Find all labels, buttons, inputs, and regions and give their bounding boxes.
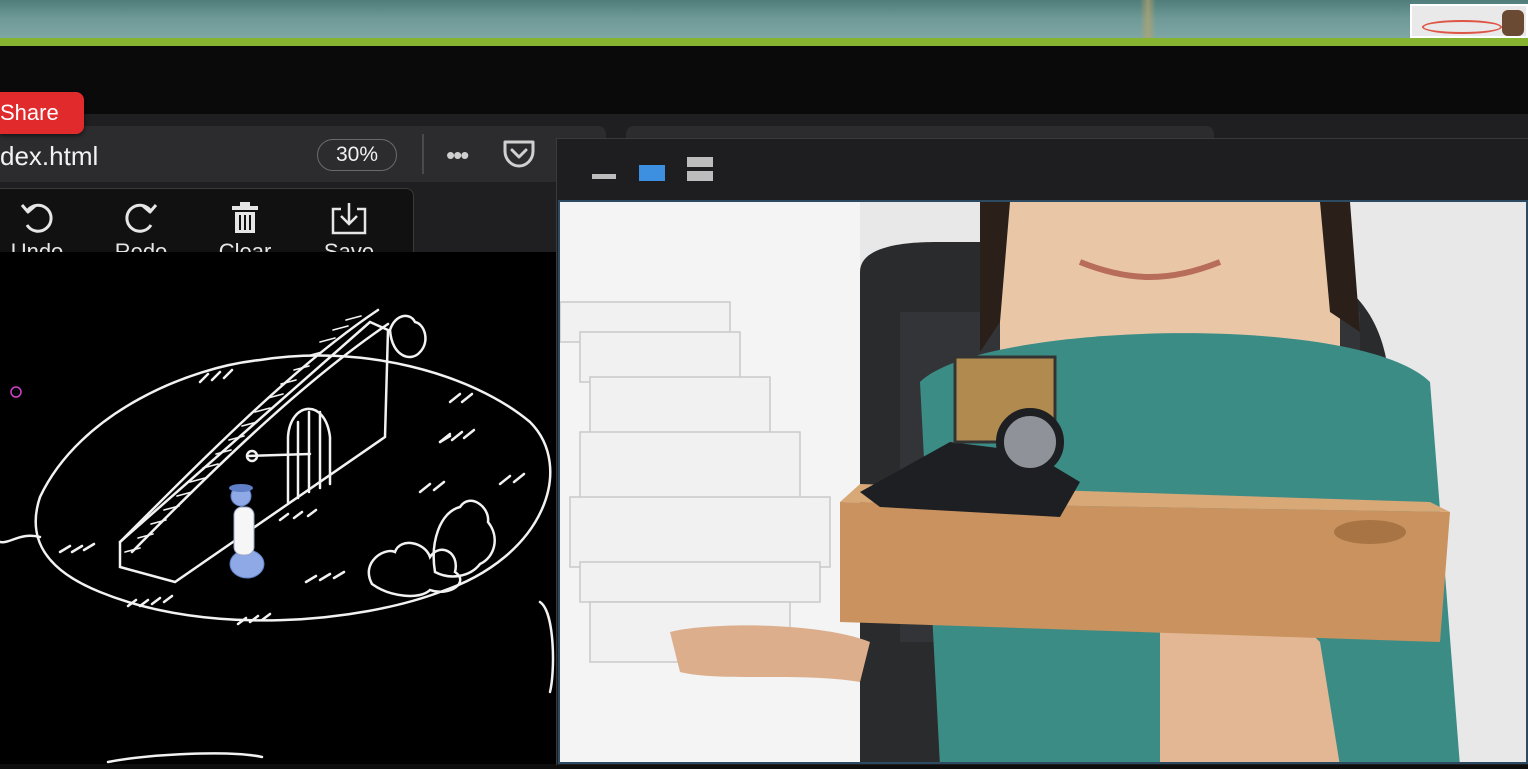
desktop-background xyxy=(0,0,1528,38)
share-button-label: Share xyxy=(0,100,59,125)
more-dots-icon[interactable]: ••• xyxy=(446,140,469,171)
share-button[interactable]: Share xyxy=(0,92,84,134)
video-scene xyxy=(560,202,1526,762)
save-download-icon xyxy=(331,203,367,235)
chalk-drawing xyxy=(0,308,555,764)
undo-icon xyxy=(20,203,53,233)
drawing-canvas[interactable] xyxy=(0,252,556,764)
accent-bar xyxy=(0,38,1528,46)
redo-icon xyxy=(125,203,158,233)
trash-icon xyxy=(232,202,258,233)
app-header-area xyxy=(0,46,1528,118)
address-bar-text[interactable]: dex.html xyxy=(0,141,98,172)
single-view-icon[interactable] xyxy=(639,163,665,183)
minimize-icon[interactable] xyxy=(592,173,618,181)
thumbnail-preview[interactable] xyxy=(1410,4,1528,38)
zoom-level-badge[interactable]: 30% xyxy=(317,139,397,171)
pocket-icon[interactable] xyxy=(502,138,536,173)
stacked-view-icon[interactable] xyxy=(687,155,713,183)
video-feed xyxy=(558,200,1528,764)
toolbar-divider xyxy=(422,134,424,174)
